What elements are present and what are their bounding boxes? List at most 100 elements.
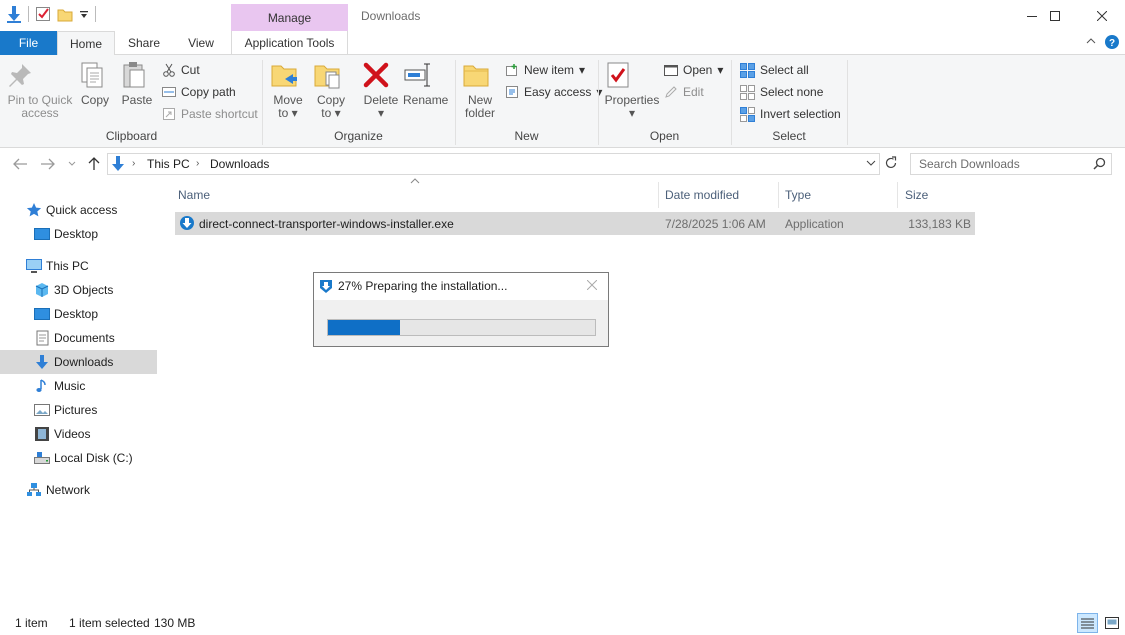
pin-to-quick-access-button[interactable]: Pin to Quick access [5,60,75,120]
paste-icon [119,60,155,90]
downloads-icon [34,354,50,370]
details-view-button[interactable] [1077,613,1098,633]
chevron-down-icon: ▾ [377,106,385,120]
select-none-icon [740,84,755,100]
music-note-icon [34,378,50,394]
large-icons-view-button[interactable] [1101,613,1122,633]
star-icon [26,202,42,218]
delete-x-icon [361,60,401,90]
nav-network[interactable]: Network [0,478,157,502]
copy-button[interactable]: Copy [77,60,113,107]
group-divider [847,60,848,145]
progress-dialog-title: 27% Preparing the installation... [338,279,508,293]
close-button[interactable] [1079,0,1125,31]
refresh-icon[interactable] [884,156,898,170]
installer-shield-icon [319,279,333,294]
nav-desktop-quick[interactable]: Desktop [0,222,157,246]
desktop-icon [34,307,50,321]
paste-shortcut-button[interactable]: Paste shortcut [162,104,258,124]
column-divider[interactable] [778,182,779,208]
breadcrumb-this-pc[interactable]: This PC [147,157,190,171]
new-folder-button[interactable]: New folder [461,60,499,120]
rename-button[interactable]: Rename [403,60,449,107]
copy-to-button[interactable]: Copy to ▾ [312,60,350,120]
nav-this-pc[interactable]: This PC [0,254,157,278]
nav-downloads[interactable]: Downloads [0,350,157,374]
column-divider[interactable] [897,182,898,208]
tab-file[interactable]: File [0,31,57,55]
column-type[interactable]: Type [785,182,897,208]
address-dropdown-chevron-icon[interactable] [866,159,876,167]
copy-path-button[interactable]: Copy path [162,82,236,102]
breadcrumb-separator-icon[interactable]: › [132,158,135,169]
cut-button[interactable]: Cut [162,60,200,80]
status-size: 130 MB [154,616,196,630]
back-arrow-icon[interactable] [12,157,28,171]
nav-desktop[interactable]: Desktop [0,302,157,326]
nav-network-label: Network [46,483,91,497]
new-item-button[interactable]: New item ▾ [505,60,585,80]
tab-share[interactable]: Share [121,31,167,55]
collapse-ribbon-icon[interactable] [1086,37,1096,45]
window-title: Downloads [361,9,421,23]
tab-view[interactable]: View [177,31,225,55]
nav-pictures[interactable]: Pictures [0,398,157,422]
ribbon-tab-row [0,31,1125,55]
nav-quick-access[interactable]: Quick access [0,198,157,222]
organize-group-label: Organize [334,129,383,143]
maximize-button[interactable] [1032,0,1078,31]
downloads-location-icon [110,155,126,173]
customize-qat-icon[interactable] [79,9,89,19]
invert-selection-button[interactable]: Invert selection [740,104,841,124]
nav-documents[interactable]: Documents [0,326,157,350]
nav-videos[interactable]: Videos [0,422,157,446]
invert-selection-icon [740,106,755,122]
qat-separator-2 [95,6,96,22]
up-arrow-icon[interactable] [87,156,101,171]
column-name[interactable]: Name [178,182,658,208]
new-folder-icon[interactable] [57,6,73,22]
open-button[interactable]: Open ▾ [664,60,723,80]
dialog-close-button[interactable] [587,280,597,290]
close-icon [587,280,597,290]
move-to-button[interactable]: Move to ▾ [269,60,307,120]
nav-pictures-label: Pictures [54,403,98,417]
properties-check-icon[interactable] [35,6,51,22]
nav-local-disk[interactable]: Local Disk (C:) [0,446,157,470]
search-placeholder[interactable]: Search Downloads [919,157,1020,171]
help-icon[interactable]: ? [1105,35,1119,49]
network-icon [26,482,42,498]
chevron-down-icon: ▾ [334,106,341,120]
edit-button[interactable]: Edit [664,82,704,102]
nav-3d-objects[interactable]: 3D Objects [0,278,157,302]
column-size[interactable]: Size [905,182,975,208]
3d-cube-icon [34,282,50,298]
properties-button[interactable]: Properties ▾ [603,60,661,120]
nav-documents-label: Documents [54,331,115,345]
paste-button[interactable]: Paste [119,60,155,107]
breadcrumb-downloads[interactable]: Downloads [210,157,269,171]
search-icon[interactable] [1093,157,1106,170]
progress-dialog: 27% Preparing the installation... [313,272,609,347]
column-divider[interactable] [658,182,659,208]
invert-selection-label: Invert selection [760,107,841,121]
downloads-arrow-icon[interactable] [6,5,22,23]
easy-access-button[interactable]: Easy access ▾ [505,82,602,102]
rename-label: Rename [403,93,449,107]
tab-home[interactable]: Home [57,31,115,56]
file-name[interactable]: direct-connect-transporter-windows-insta… [199,217,454,231]
file-size: 133,183 KB [908,217,971,231]
delete-button[interactable]: Delete ▾ [361,60,401,120]
nav-music[interactable]: Music [0,374,157,398]
move-to-label-2: to [278,106,289,120]
forward-arrow-icon[interactable] [40,157,56,171]
select-all-button[interactable]: Select all [740,60,809,80]
details-view-icon [1081,618,1094,629]
select-none-button[interactable]: Select none [740,82,823,102]
tab-application-tools[interactable]: Application Tools [231,31,348,55]
new-folder-large-icon [461,60,499,90]
column-date-modified[interactable]: Date modified [665,182,777,208]
breadcrumb-separator-icon[interactable]: › [196,158,199,169]
pin-label-2: access [21,106,59,120]
recent-locations-chevron-icon[interactable] [68,160,76,168]
